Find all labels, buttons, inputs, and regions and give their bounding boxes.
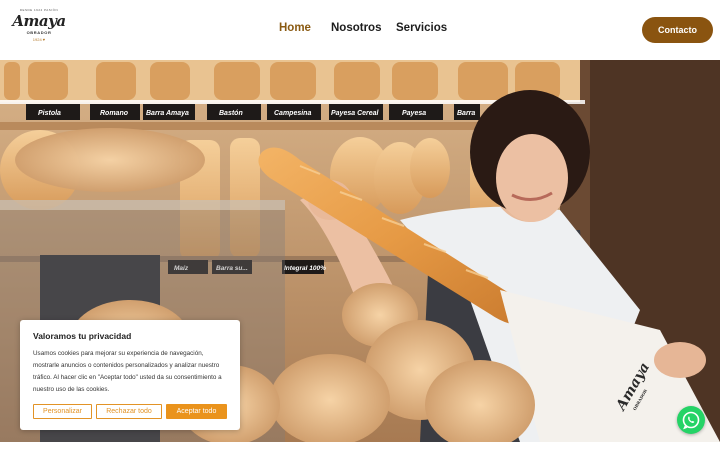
- shelf-label: Payesa: [402, 110, 426, 117]
- shelf-label: Barra Amaya: [146, 110, 189, 117]
- whatsapp-button[interactable]: [677, 406, 705, 434]
- shelf-label: Bastón: [219, 110, 243, 117]
- contact-button[interactable]: Contacto: [642, 17, 713, 43]
- accept-all-button[interactable]: Aceptar todo: [166, 404, 227, 419]
- site-header: DESDE 1924 PASIÓN Amaya OBRADOR 1924 ♥ H…: [0, 0, 720, 60]
- cookie-consent-banner: Valoramos tu privacidad Usamos cookies p…: [20, 320, 240, 430]
- amaya-logo[interactable]: DESDE 1924 PASIÓN Amaya OBRADOR 1924 ♥: [12, 8, 66, 52]
- shelf-label: Barra: [457, 110, 475, 117]
- shelf-label: Integral 100%: [284, 265, 326, 272]
- reject-all-button[interactable]: Rechazar todo: [96, 404, 162, 419]
- nav-item-nosotros[interactable]: Nosotros: [331, 22, 381, 34]
- nav-item-servicios[interactable]: Servicios: [396, 22, 447, 34]
- nav-item-home[interactable]: Home: [279, 22, 311, 34]
- customize-button[interactable]: Personalizar: [33, 404, 92, 419]
- logo-sub: OBRADOR: [26, 30, 52, 35]
- logo-name: Amaya: [12, 12, 66, 30]
- shelf-label: Romano: [100, 110, 129, 117]
- shelf-label: Campesina: [274, 110, 311, 117]
- cookie-text: Usamos cookies para mejorar su experienc…: [33, 350, 222, 393]
- whatsapp-icon: [682, 411, 700, 430]
- cookie-title: Valoramos tu privacidad: [33, 331, 132, 341]
- shelf-label: Pistola: [38, 110, 61, 117]
- shelf-label: Payesa Cereal: [331, 110, 380, 117]
- page-bottom-strip: [0, 442, 720, 450]
- logo-year: 1924 ♥: [32, 37, 46, 42]
